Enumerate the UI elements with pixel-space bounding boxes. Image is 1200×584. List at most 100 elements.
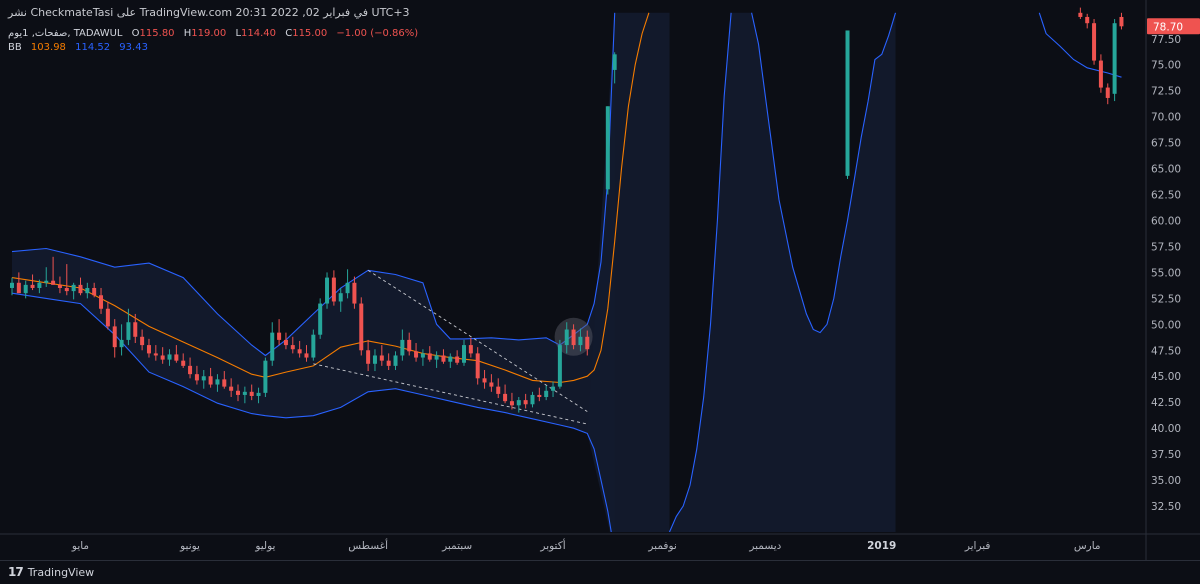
ohlc-legend: صفحات, 1يوم, TADAWUL O115.80 H119.00 L11… [8, 28, 418, 39]
y-tick-label: 72.50 [1151, 86, 1181, 98]
y-tick-label: 50.00 [1151, 319, 1181, 331]
candle-body [414, 351, 419, 358]
footer-bar: 17 TradingView [0, 560, 1200, 584]
bb-label[interactable]: BB [8, 42, 22, 53]
candle-body [503, 393, 508, 402]
candle-body [270, 332, 275, 361]
candle-body [557, 345, 562, 387]
candle-body [475, 353, 480, 379]
candle-body [482, 378, 487, 383]
x-tick-label: أغسطس [348, 538, 388, 552]
y-tick-label: 57.50 [1151, 241, 1181, 253]
y-tick-label: 67.50 [1151, 138, 1181, 150]
y-tick-label: 77.50 [1151, 34, 1181, 46]
y-tick-label: 35.00 [1151, 475, 1181, 487]
candle-body [366, 350, 371, 364]
candle-body [44, 280, 49, 283]
candle-body [249, 391, 254, 396]
published-info: نشر CheckmateTasi على TradingView.com 20… [8, 6, 410, 19]
y-tick-label: 32.50 [1151, 501, 1181, 513]
candle-body [263, 360, 268, 393]
y-tick-label: 37.50 [1151, 449, 1181, 461]
price-chart[interactable]: 32.50 35.00 37.50 40.00 42.50 45.00 47.50 50.00… [0, 0, 1200, 583]
candle-body [516, 400, 521, 406]
candle [557, 339, 562, 389]
y-tick-label: 60.00 [1151, 215, 1181, 227]
candle-body [92, 287, 97, 296]
candle-body [10, 282, 14, 288]
candle-body [126, 322, 131, 340]
candle-body [386, 360, 391, 366]
candle-body [468, 345, 473, 354]
candle [1105, 83, 1110, 105]
candle [263, 357, 268, 398]
open-value: 115.80 [139, 28, 175, 39]
candle-body [51, 280, 56, 285]
bb-upper-value: 114.52 [75, 42, 111, 53]
candle-body [448, 356, 453, 362]
candle-body [845, 30, 850, 176]
candle-body [23, 284, 28, 294]
candle-body [1112, 23, 1117, 94]
candle-body [297, 349, 302, 354]
candle-body [537, 394, 542, 398]
candle-body [496, 386, 501, 394]
candle-body [427, 353, 432, 360]
symbol-name[interactable]: صفحات, 1يوم, TADAWUL [8, 28, 122, 39]
candle-body [85, 287, 90, 294]
candle-body [140, 336, 145, 346]
candle-body [16, 282, 21, 294]
bb-cloud-fill [12, 12, 615, 532]
candle-body [455, 356, 460, 363]
bb-lower-value: 93.43 [119, 42, 148, 53]
candle-body [277, 332, 282, 340]
candle-body [57, 284, 62, 288]
candle-body [71, 284, 76, 292]
high-value: 119.00 [191, 28, 227, 39]
candle-body [434, 355, 439, 360]
candle-body [345, 282, 350, 294]
candle-body [236, 390, 240, 395]
candle-body [605, 106, 610, 190]
x-tick-label: مارس [1074, 540, 1101, 552]
bb-basis-value: 103.98 [30, 42, 66, 53]
candle-body [325, 277, 330, 304]
x-tick-label: يوليو [254, 540, 275, 552]
candle-body [153, 353, 158, 356]
candle-body [523, 400, 528, 405]
candle-body [311, 334, 316, 358]
candle-body [64, 287, 69, 292]
candle-body [372, 355, 377, 364]
candle-body [290, 345, 295, 350]
candle-body [1078, 12, 1083, 17]
candle-body [119, 339, 124, 348]
y-tick-label: 45.00 [1151, 371, 1181, 383]
plot-area [10, 7, 1124, 532]
candle [1085, 13, 1090, 29]
brand-name: TradingView [27, 565, 95, 579]
brand[interactable]: 17 TradingView [8, 565, 94, 579]
candle-body [571, 329, 576, 346]
candle-body [304, 353, 309, 358]
candle-body [441, 355, 446, 362]
candle-body [78, 284, 83, 294]
candle-body [242, 391, 247, 395]
candle-body [1085, 16, 1090, 24]
x-tick-label: نوفمبر [647, 540, 676, 552]
candle-body [105, 308, 110, 327]
x-tick-label: يونيو [179, 540, 200, 552]
candle-body [352, 282, 357, 304]
candle-body [99, 295, 104, 309]
candle [270, 322, 275, 366]
y-tick-label: 40.00 [1151, 423, 1181, 435]
candle-body [208, 376, 213, 385]
candle-body [188, 365, 193, 375]
candle-body [229, 386, 234, 391]
candle-body [338, 293, 343, 302]
candle-body [420, 353, 425, 358]
candle-body [509, 401, 514, 406]
candle-body [174, 354, 179, 361]
candle-body [331, 277, 336, 302]
candle-body [612, 54, 617, 70]
candle-body [578, 336, 583, 346]
